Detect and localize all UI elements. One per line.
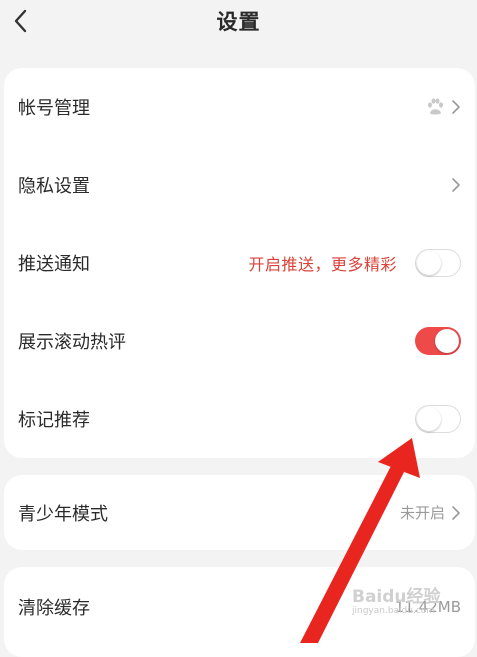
scrolling-comments-toggle[interactable]	[415, 327, 461, 355]
toggle-knob	[417, 251, 441, 275]
privacy-settings-label: 隐私设置	[18, 176, 90, 197]
push-notification-toggle[interactable]	[415, 249, 461, 277]
youth-mode-status: 未开启	[399, 504, 445, 522]
header-bar: 设置	[0, 0, 477, 44]
settings-card-main: 帐号管理 隐私设置 推送通知 开启推送，更多精彩 展示滚动热评 标记推荐	[4, 68, 475, 458]
account-management-label: 帐号管理	[18, 98, 90, 119]
scrolling-comments-row: 展示滚动热评	[4, 302, 475, 380]
youth-mode-card: 青少年模式 未开启	[4, 475, 475, 550]
toggle-knob	[417, 407, 441, 431]
mark-recommend-label: 标记推荐	[18, 410, 90, 431]
chevron-right-icon	[452, 505, 460, 520]
baidu-watermark: Baidu经验 jingyan.baidu.com	[352, 587, 462, 618]
push-promo-text: 开启推送，更多精彩	[248, 255, 397, 274]
chevron-right-icon	[452, 178, 460, 192]
page-title: 设置	[216, 10, 261, 34]
baidu-paw-icon	[428, 98, 443, 115]
push-notification-row: 推送通知 开启推送，更多精彩	[4, 224, 475, 302]
mark-recommend-row: 标记推荐	[4, 380, 475, 458]
scrolling-comments-label: 展示滚动热评	[18, 332, 126, 353]
chevron-right-icon	[452, 100, 460, 114]
youth-mode-label: 青少年模式	[18, 503, 108, 525]
account-management-row[interactable]: 帐号管理	[4, 68, 475, 146]
watermark-url: jingyan.baidu.com	[352, 606, 436, 616]
youth-mode-row[interactable]: 青少年模式 未开启	[4, 475, 475, 550]
toggle-knob	[435, 329, 459, 353]
watermark-brand: Baidu经验	[352, 587, 441, 607]
clear-cache-label: 清除缓存	[18, 598, 90, 619]
privacy-settings-row[interactable]: 隐私设置	[4, 146, 475, 224]
mark-recommend-toggle[interactable]	[415, 405, 461, 433]
push-notification-label: 推送通知	[18, 254, 90, 275]
